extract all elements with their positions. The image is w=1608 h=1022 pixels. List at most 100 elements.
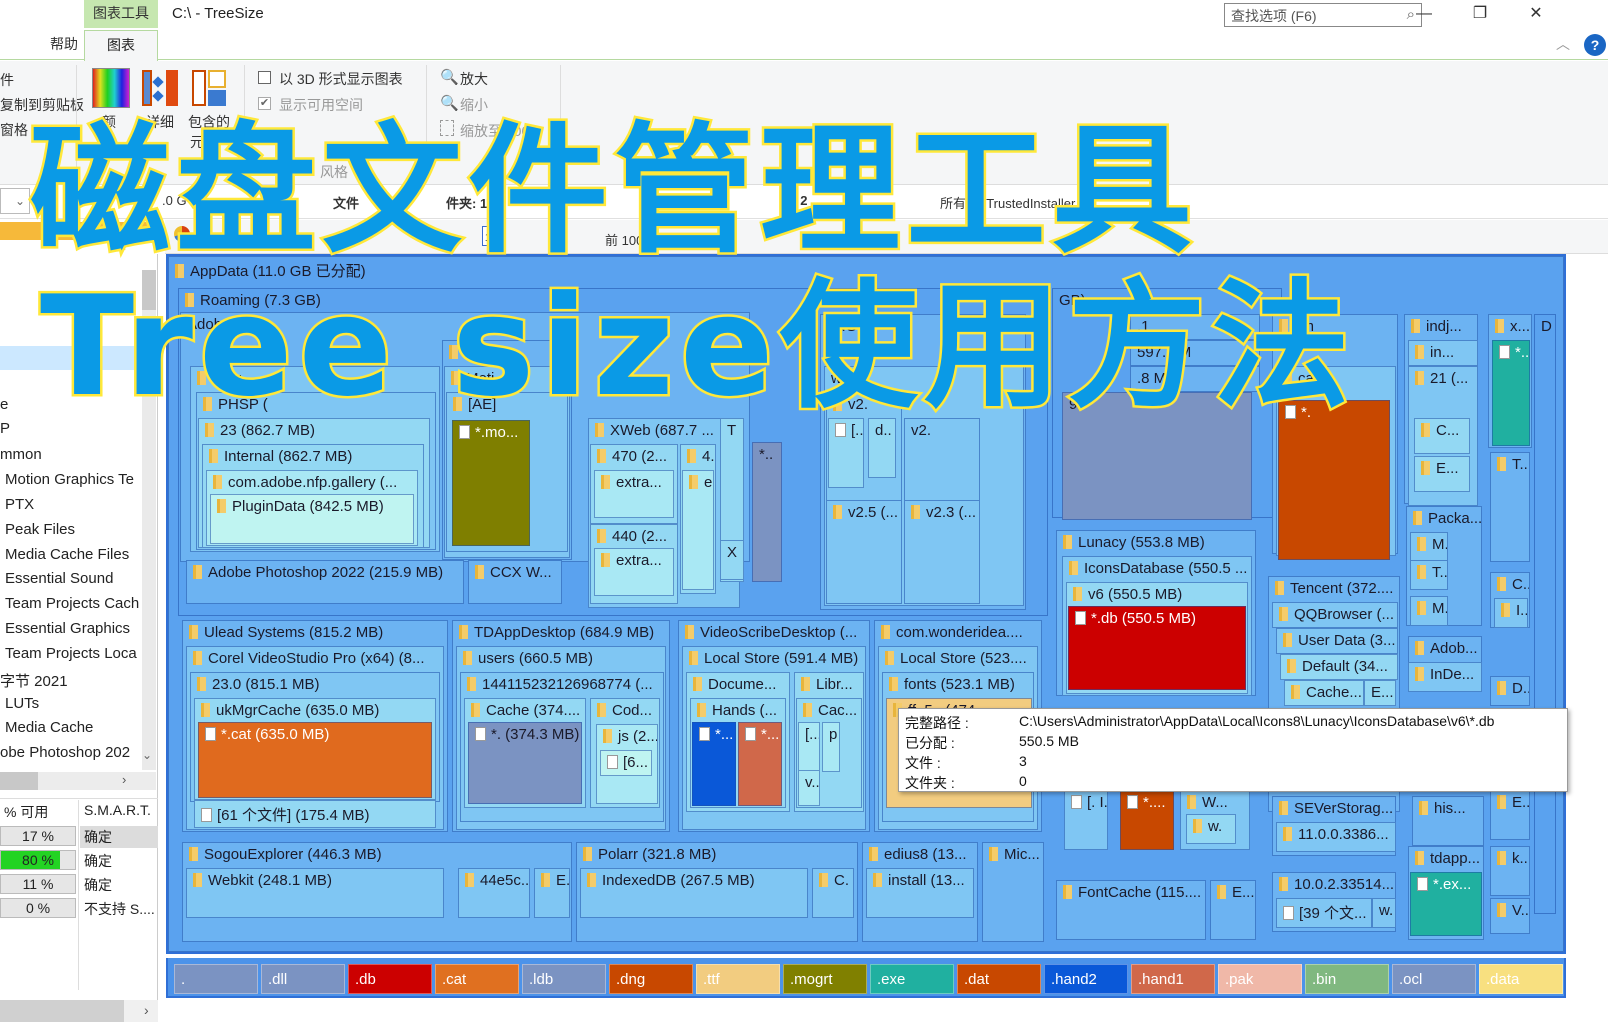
legend-item-ocl[interactable]: .ocl: [1392, 964, 1476, 994]
treemap-block-cache_e[interactable]: Cache...: [1284, 680, 1364, 706]
minimize-button[interactable]: —: [1404, 2, 1444, 26]
tab-chart[interactable]: 图表: [84, 30, 158, 61]
tree-item[interactable]: PTX: [5, 496, 34, 520]
treemap-block-userdata[interactable]: User Data (3...: [1276, 628, 1398, 654]
tree-item[interactable]: e: [0, 396, 8, 420]
treemap-block-files61[interactable]: [61 个文件] (175.4 MB): [194, 800, 436, 828]
treemap-block-in[interactable]: in...: [1408, 340, 1478, 366]
treemap-block-cat[interactable]: *.cat (635.0 MB): [198, 722, 432, 798]
treemap-block-e1[interactable]: e: [682, 470, 714, 590]
tree-item[interactable]: Essential Graphics: [5, 620, 130, 644]
treemap-block-hstar1[interactable]: *...: [692, 722, 736, 806]
treemap-block-photoshop2022[interactable]: Adobe Photoshop 2022 (215.9 MB): [186, 560, 464, 604]
close-button[interactable]: ✕: [1516, 2, 1556, 26]
legend-item-dng[interactable]: .dng: [609, 964, 693, 994]
legend-item-mogrt[interactable]: .mogrt: [783, 964, 867, 994]
tree-item[interactable]: Media Cache Files: [5, 546, 129, 570]
treemap-block-brk[interactable]: [...: [828, 418, 864, 488]
treemap-block-m1[interactable]: M...: [1410, 532, 1448, 562]
treemap-block-ccxw[interactable]: CCX W...: [468, 560, 562, 604]
tree-item[interactable]: Team Projects Cach: [5, 595, 139, 619]
treemap-block-x[interactable]: X: [720, 540, 744, 580]
legend-item-hand2[interactable]: .hand2: [1044, 964, 1128, 994]
treemap-block-e4[interactable]: E.: [534, 868, 570, 918]
legend-item-[interactable]: .: [174, 964, 258, 994]
treemap-block-extra1[interactable]: extra...: [594, 470, 674, 518]
tree-hscroll-thumb[interactable]: [0, 772, 38, 790]
legend-item-bin[interactable]: .bin: [1305, 964, 1389, 994]
tree-item[interactable]: obe Photoshop 202: [0, 744, 130, 768]
treemap-block-db[interactable]: *.db (550.5 MB): [1068, 606, 1246, 690]
legend-item-db[interactable]: .db: [348, 964, 432, 994]
treemap-block-default[interactable]: Default (34...: [1280, 654, 1398, 680]
legend-item-exe[interactable]: .exe: [870, 964, 954, 994]
help-icon[interactable]: ?: [1584, 34, 1606, 56]
restore-button[interactable]: ❐: [1460, 2, 1500, 26]
treemap-block-w3[interactable]: w.: [1372, 898, 1396, 928]
tree-item[interactable]: Peak Files: [5, 521, 75, 545]
treemap-block-mogrt[interactable]: *.mo...: [452, 420, 530, 546]
tree-item[interactable]: Essential Sound: [5, 570, 113, 594]
treemap-block-star374[interactable]: *. (374.3 MB): [468, 722, 582, 804]
contained-elements-icon[interactable]: [192, 68, 228, 108]
legend-item-cat[interactable]: .cat: [435, 964, 519, 994]
tree-item[interactable]: mmon: [0, 446, 42, 470]
show-3d-checkbox[interactable]: [258, 71, 271, 84]
legend-item-pak[interactable]: .pak: [1218, 964, 1302, 994]
treemap-block-dcol[interactable]: D: [1534, 314, 1556, 914]
treemap-block-fontcache[interactable]: FontCache (115....: [1056, 880, 1206, 940]
treemap-block-e5[interactable]: E...: [1210, 880, 1256, 940]
treemap-block-webkit[interactable]: Webkit (248.1 MB): [186, 868, 444, 918]
treemap-block-v25[interactable]: v2.5 (...: [826, 500, 902, 604]
legend-item-dat[interactable]: .dat: [957, 964, 1041, 994]
tree-item[interactable]: Motion Graphics Te: [5, 471, 134, 495]
treemap-block-dotdot[interactable]: [. I.: [1064, 790, 1108, 850]
treemap-block-star3[interactable]: *....: [1120, 790, 1174, 850]
legend-item-dll[interactable]: .dll: [261, 964, 345, 994]
treemap-block-w2[interactable]: w.: [1186, 814, 1236, 844]
treemap-block-d[interactable]: d..: [868, 418, 896, 478]
drive-col-free[interactable]: % 可用: [4, 802, 48, 822]
ribbon-item-file[interactable]: 件: [0, 70, 14, 90]
treemap-block-b6[interactable]: [6...: [600, 750, 652, 776]
treemap-block-v23[interactable]: v2.3 (...: [904, 500, 980, 604]
treemap-block-m3[interactable]: M...: [1410, 596, 1448, 626]
treemap-block-v11[interactable]: 11.0.0.3386...: [1276, 822, 1396, 852]
tree-item[interactable]: LUTs: [5, 695, 39, 719]
treemap-block-t1[interactable]: T...: [1490, 452, 1530, 562]
treemap-block-lb[interactable]: [...: [798, 722, 820, 772]
treemap-block-plugindata[interactable]: PluginData (842.5 MB): [210, 494, 414, 544]
drive-dropdown[interactable]: ⌄: [0, 188, 30, 214]
ribbon-item-pane[interactable]: 窗格: [0, 120, 28, 140]
zoom-in-icon[interactable]: 🔍: [440, 68, 459, 86]
treemap-block-qqbrowser[interactable]: QQBrowser (...: [1272, 602, 1398, 628]
treemap-block-k[interactable]: k...: [1490, 846, 1530, 896]
drives-scroll-right-icon[interactable]: ›: [144, 1002, 149, 1018]
zoom-in-button[interactable]: 放大: [460, 69, 488, 89]
treemap-block-hstar2[interactable]: *...: [738, 722, 782, 806]
legend-item-ldb[interactable]: .ldb: [522, 964, 606, 994]
tree-item[interactable]: Media Cache: [5, 719, 93, 743]
search-options-input[interactable]: 查找选项 (F6) ⌕: [1224, 3, 1422, 27]
detail-level-icon[interactable]: [142, 68, 180, 108]
legend-item-hand1[interactable]: .hand1: [1131, 964, 1215, 994]
treemap-block-files39[interactable]: [39 个文...: [1276, 898, 1372, 928]
treemap-block-e2[interactable]: E...: [1414, 456, 1470, 492]
treemap-block-e6[interactable]: E...: [1490, 790, 1530, 840]
treemap-block-extra2[interactable]: extra...: [594, 548, 674, 596]
context-tab-chart-tools[interactable]: 图表工具: [84, 0, 158, 28]
treemap-block-indexeddb[interactable]: IndexedDB (267.5 MB): [580, 868, 808, 918]
treemap-block-install[interactable]: install (13...: [866, 868, 974, 918]
tree-item[interactable]: P: [0, 420, 10, 444]
scroll-right-icon[interactable]: ›: [122, 772, 126, 787]
treemap-block-vv[interactable]: V...: [1490, 898, 1530, 934]
scroll-down-icon[interactable]: ⌄: [142, 748, 152, 762]
treemap-block-star1[interactable]: *..: [752, 442, 782, 582]
treemap-block-c1[interactable]: C...: [1414, 418, 1470, 454]
treemap-block-d1[interactable]: D...: [1490, 676, 1530, 706]
treemap-block-mic[interactable]: Mic...: [982, 842, 1044, 942]
tree-item[interactable]: Team Projects Loca: [5, 645, 137, 669]
show-free-space-checkbox[interactable]: ✔: [258, 97, 271, 110]
treemap-block-star2[interactable]: *..: [1492, 340, 1530, 446]
drives-hscroll-thumb[interactable]: [0, 1000, 124, 1022]
